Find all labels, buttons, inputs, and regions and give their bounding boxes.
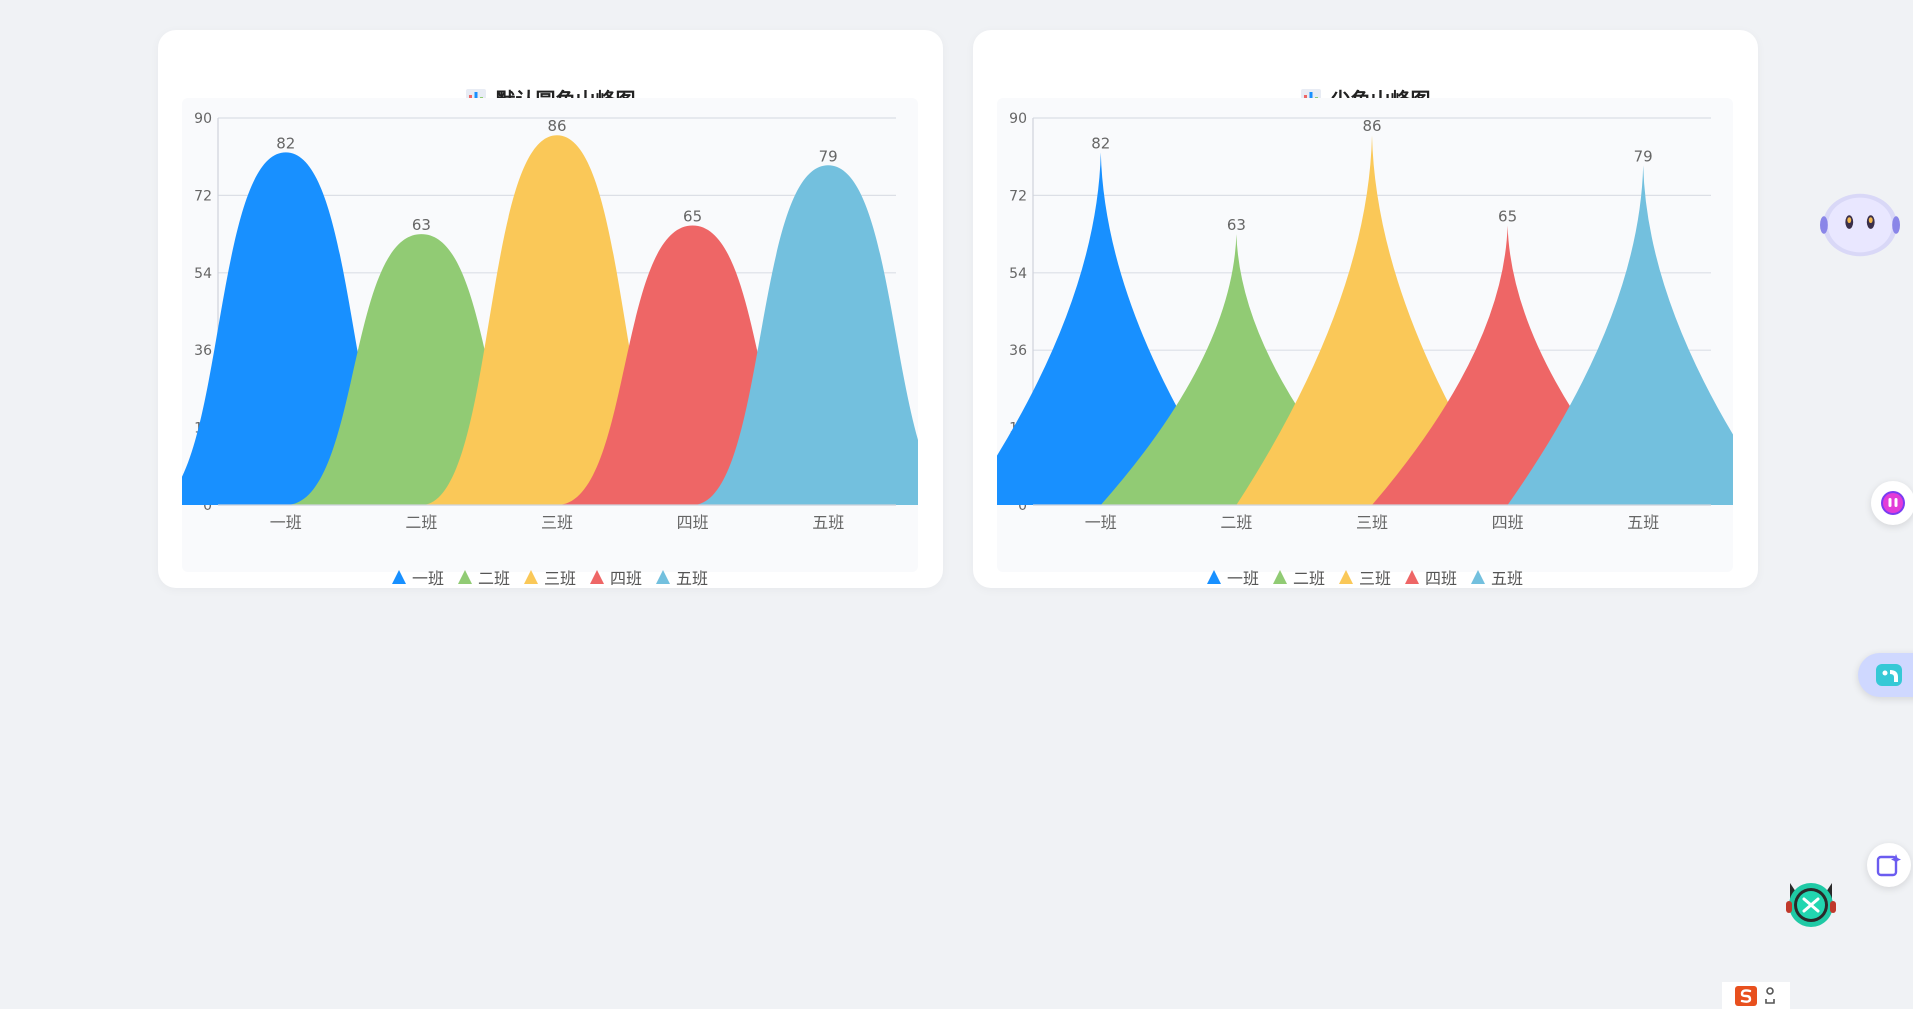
x-tick-label: 五班 [1627, 513, 1659, 532]
legend-item[interactable]: 三班 [523, 565, 576, 589]
legend-item[interactable]: 五班 [656, 565, 708, 589]
legend-marker-icon [523, 570, 538, 584]
legend-item[interactable]: 二班 [1272, 565, 1325, 589]
chart-legend: 一班 二班 三班 四班 五班 [997, 564, 1733, 590]
legend-label: 三班 [1358, 569, 1391, 588]
legend-marker-icon [590, 570, 604, 584]
data-label: 65 [1498, 208, 1517, 226]
x-tick-label: 二班 [1220, 513, 1252, 532]
y-tick-label: 54 [194, 266, 212, 282]
y-tick-label: 90 [194, 111, 212, 127]
chart-legend: 一班 二班 三班 四班 五班 [182, 564, 918, 590]
x-tick-label: 四班 [677, 513, 709, 532]
data-label: 63 [412, 216, 431, 234]
sparkle-edit-icon[interactable] [1867, 843, 1911, 887]
data-label: 82 [276, 134, 295, 152]
legend-item[interactable]: 四班 [590, 565, 642, 589]
chart-card-sharp: 尖角山峰图 018365472908263866579一班二班三班四班五班 一班… [973, 30, 1758, 588]
chart-card-rounded: 默认圆角山峰图 018365472908263866579一班二班三班四班五班 … [158, 30, 943, 588]
data-label: 63 [1227, 216, 1246, 234]
data-label: 82 [1091, 134, 1110, 152]
x-tick-label: 四班 [1492, 513, 1524, 532]
legend-label: 四班 [610, 569, 643, 588]
cat-mascot-icon[interactable] [1780, 869, 1842, 931]
chart-area: 018365472908263866579一班二班三班四班五班 一班 二班 三班… [182, 98, 918, 588]
y-tick-label: 36 [194, 343, 212, 359]
elephant-icon[interactable] [1858, 653, 1913, 697]
robot-assistant-icon[interactable] [1820, 190, 1900, 260]
legend-marker-icon [656, 570, 671, 584]
x-tick-label: 三班 [541, 513, 573, 532]
legend-label: 五班 [676, 569, 709, 588]
x-tick-label: 一班 [270, 513, 302, 532]
legend-item[interactable]: 二班 [457, 565, 510, 589]
legend-label: 三班 [543, 569, 576, 588]
legend-marker-icon [1272, 570, 1287, 584]
y-tick-label: 90 [1009, 111, 1027, 127]
chat-bubble-icon[interactable] [1871, 481, 1913, 525]
legend-marker-icon [1338, 570, 1353, 584]
data-label: 86 [1362, 117, 1381, 135]
legend-item[interactable]: 一班 [1206, 565, 1259, 589]
data-label: 86 [547, 117, 566, 135]
y-tick-label: 36 [1009, 343, 1027, 359]
x-tick-label: 三班 [1356, 513, 1388, 532]
legend-label: 一班 [1226, 569, 1259, 588]
x-tick-label: 二班 [405, 513, 437, 532]
legend-label: 二班 [1292, 569, 1325, 588]
legend-marker-icon [391, 570, 406, 584]
legend-marker-icon [1206, 570, 1221, 584]
legend-item[interactable]: 四班 [1405, 565, 1457, 589]
s-logo-icon[interactable] [1722, 982, 1790, 1009]
legend-label: 二班 [477, 569, 510, 588]
y-tick-label: 72 [1009, 188, 1027, 204]
legend-marker-icon [1471, 570, 1486, 584]
legend-item[interactable]: 三班 [1338, 565, 1391, 589]
data-label: 65 [683, 208, 702, 226]
legend-marker-icon [1405, 570, 1419, 584]
x-tick-label: 一班 [1085, 513, 1117, 532]
legend-item[interactable]: 一班 [391, 565, 444, 589]
sharp-peak-chart-svg: 018365472908263866579一班二班三班四班五班 [997, 111, 1733, 532]
chart-area: 018365472908263866579一班二班三班四班五班 一班 二班 三班… [997, 98, 1733, 588]
legend-label: 五班 [1491, 569, 1524, 588]
legend-label: 一班 [411, 569, 444, 588]
data-label: 79 [819, 147, 838, 165]
y-tick-label: 54 [1009, 266, 1027, 282]
legend-item[interactable]: 五班 [1471, 565, 1523, 589]
legend-label: 四班 [1425, 569, 1458, 588]
rounded-peak-chart-svg: 018365472908263866579一班二班三班四班五班 [182, 111, 918, 532]
data-label: 79 [1634, 147, 1653, 165]
legend-marker-icon [457, 570, 472, 584]
y-tick-label: 72 [194, 188, 212, 204]
x-tick-label: 五班 [812, 513, 844, 532]
